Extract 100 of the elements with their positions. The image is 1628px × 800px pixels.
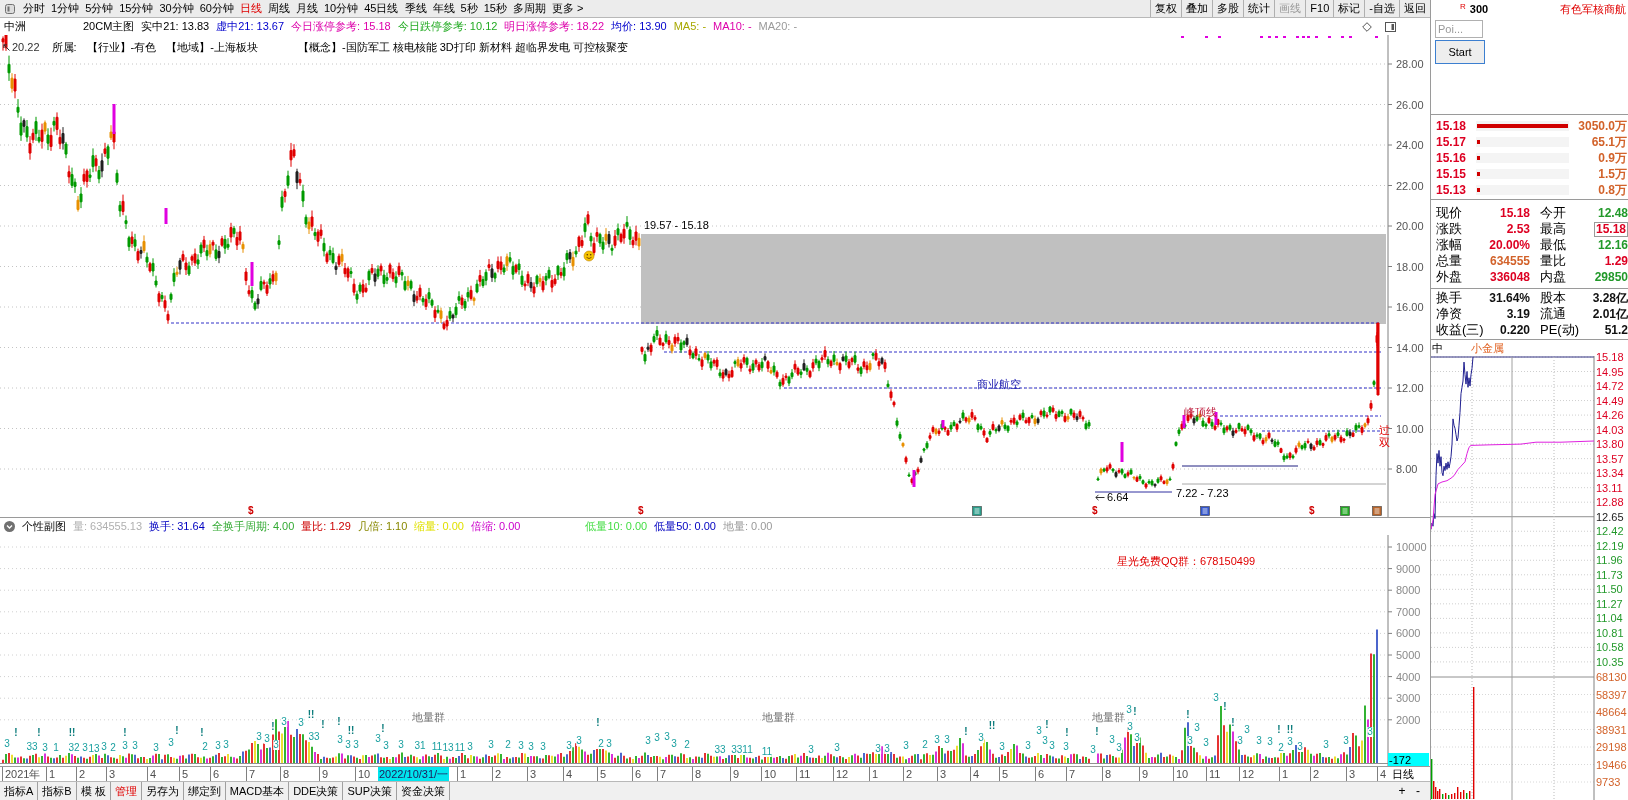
bid-volume: 0.8万 — [1597, 182, 1627, 199]
period-tab[interactable]: 5秒 — [457, 0, 481, 17]
toolbar-button[interactable]: 返回 — [1399, 0, 1430, 17]
chart-note: 峰顶线 — [1184, 406, 1217, 418]
signal-count: 3 — [1090, 745, 1096, 755]
axis-label: 13.57 — [1596, 453, 1624, 465]
dollar-marker: $ — [248, 506, 254, 516]
period-tab[interactable]: 1分钟 — [48, 0, 83, 17]
toolbar-button[interactable]: 多股 — [1212, 0, 1244, 17]
zoom-button[interactable]: + — [1394, 782, 1410, 800]
signal-count: 2 — [684, 740, 690, 750]
period-tab[interactable]: 15分钟 — [116, 0, 157, 17]
signal-mark — [1328, 36, 1331, 38]
axis-label: 14.72 — [1596, 380, 1624, 392]
signal-count: 3 — [122, 741, 128, 751]
signal-count: 3 — [1109, 735, 1115, 745]
signal-count: 2 — [202, 742, 208, 752]
signal-count: 3 — [1287, 737, 1293, 747]
axis-label: 11.27 — [1596, 598, 1623, 610]
period-tab[interactable]: 15秒 — [480, 0, 510, 17]
period-tab[interactable]: 多周期 — [509, 0, 549, 17]
stock-name: 中 — [1432, 340, 1443, 356]
bid-price: 15.16 — [1436, 150, 1468, 167]
signal-count: 3 — [1343, 736, 1349, 746]
signal-count: 3 — [345, 740, 351, 750]
signal-mark — [1375, 36, 1378, 38]
signal-count: 2 — [598, 739, 604, 749]
period-tab[interactable]: 5分钟 — [82, 0, 117, 17]
dollar-marker: $ — [1092, 506, 1098, 516]
indicator-value: 几倍: 1.10 — [357, 519, 408, 535]
signal-count: 3 — [1116, 743, 1122, 753]
stat-label: 涨跌 — [1436, 221, 1462, 237]
signal-mark — [1283, 36, 1286, 38]
indicator-value: 缩量: 0.00 — [414, 519, 464, 535]
signal-count: 2 — [1278, 743, 1284, 753]
signal-count: 1 — [53, 743, 59, 753]
axis-label: 12.88 — [1596, 496, 1624, 508]
signal-count: 3 — [223, 740, 229, 750]
stat-label: 净资 — [1436, 306, 1462, 322]
bid-volume: 0.9万 — [1597, 150, 1627, 167]
stat-value: 0.220 — [1499, 322, 1530, 338]
collapse-icon[interactable] — [4, 521, 15, 532]
price-range-label: 19.57 - 15.18 — [644, 219, 709, 231]
period-tab[interactable]: 日线 — [237, 0, 265, 17]
toolbar-button[interactable]: F10 — [1305, 0, 1334, 17]
axis-label: 13.80 — [1596, 438, 1624, 450]
diamond-icon[interactable] — [1362, 21, 1372, 32]
signal-count: 3 — [353, 740, 359, 750]
bid-price: 15.15 — [1436, 166, 1468, 183]
bid-price: 15.13 — [1436, 182, 1468, 199]
period-tab[interactable]: 45日线 — [361, 0, 402, 17]
signal-count: 33 — [714, 745, 726, 755]
start-button[interactable]: Start — [1435, 40, 1485, 64]
signal-count: 3 — [1203, 738, 1209, 748]
signal-count: 3 — [606, 739, 612, 749]
period-tab[interactable]: 季线 — [401, 0, 430, 17]
dollar-marker: $ — [1309, 506, 1315, 516]
toolbar-button[interactable]: 统计 — [1243, 0, 1275, 17]
period-tab[interactable]: 年线 — [429, 0, 458, 17]
axis-label: 4000 — [1396, 671, 1421, 683]
stat-value: 3.28亿 — [1592, 290, 1628, 306]
period-tab[interactable]: 30分钟 — [156, 0, 197, 17]
zoom-button[interactable]: - — [1410, 782, 1426, 800]
period-tab[interactable]: 周线 — [265, 0, 293, 17]
signal-count: 3 — [1244, 725, 1250, 735]
stat-value: 12.16 — [1597, 237, 1628, 253]
text-input[interactable]: Poi... — [1435, 20, 1483, 38]
window-icon[interactable] — [5, 3, 15, 14]
indicator-value: 倍缩: 0.00 — [470, 519, 521, 535]
stat-label: 换手 — [1436, 290, 1462, 306]
period-tab[interactable]: 更多 > — [548, 0, 587, 17]
axis-label: 5000 — [1396, 649, 1421, 661]
stat-label: PE(动) — [1540, 322, 1579, 338]
period-tab[interactable]: 10分钟 — [321, 0, 362, 17]
alert-mark: ! — [37, 728, 41, 738]
period-tab[interactable]: 分时 — [20, 0, 48, 17]
period-tab[interactable]: 60分钟 — [196, 0, 237, 17]
toolbar-button[interactable]: 复权 — [1150, 0, 1182, 17]
signal-count: 3 — [337, 735, 343, 745]
toolbar-button[interactable]: 叠加 — [1181, 0, 1213, 17]
low-price-label: 6.64 — [1107, 491, 1129, 503]
signal-count: 3 — [375, 734, 381, 744]
axis-label: 48664 — [1596, 706, 1627, 718]
smiley-icon — [583, 250, 595, 262]
toolbar-button[interactable]: -自选 — [1364, 0, 1399, 17]
signal-count: 3 — [576, 736, 582, 746]
signal-count: 3 — [528, 742, 534, 752]
alert-mark: ! — [1231, 718, 1235, 728]
panel-toggle-icon[interactable] — [1385, 21, 1396, 32]
indicator-value: 地量: 0.00 — [722, 519, 773, 535]
axis-label: 12.65 — [1596, 511, 1624, 523]
toolbar-button[interactable]: 标记 — [1333, 0, 1365, 17]
date-label: 2022/10/31/一 — [378, 767, 450, 781]
period-tab[interactable]: 月线 — [293, 0, 321, 17]
stat-value: 2.53 — [1506, 221, 1530, 237]
signal-count: 3 — [1367, 727, 1373, 737]
vertical-note: 过双 — [1379, 424, 1390, 448]
axis-label: 8.00 — [1396, 463, 1418, 475]
stat-label: 涨幅 — [1436, 237, 1462, 253]
axis-label: 14.95 — [1596, 366, 1624, 378]
